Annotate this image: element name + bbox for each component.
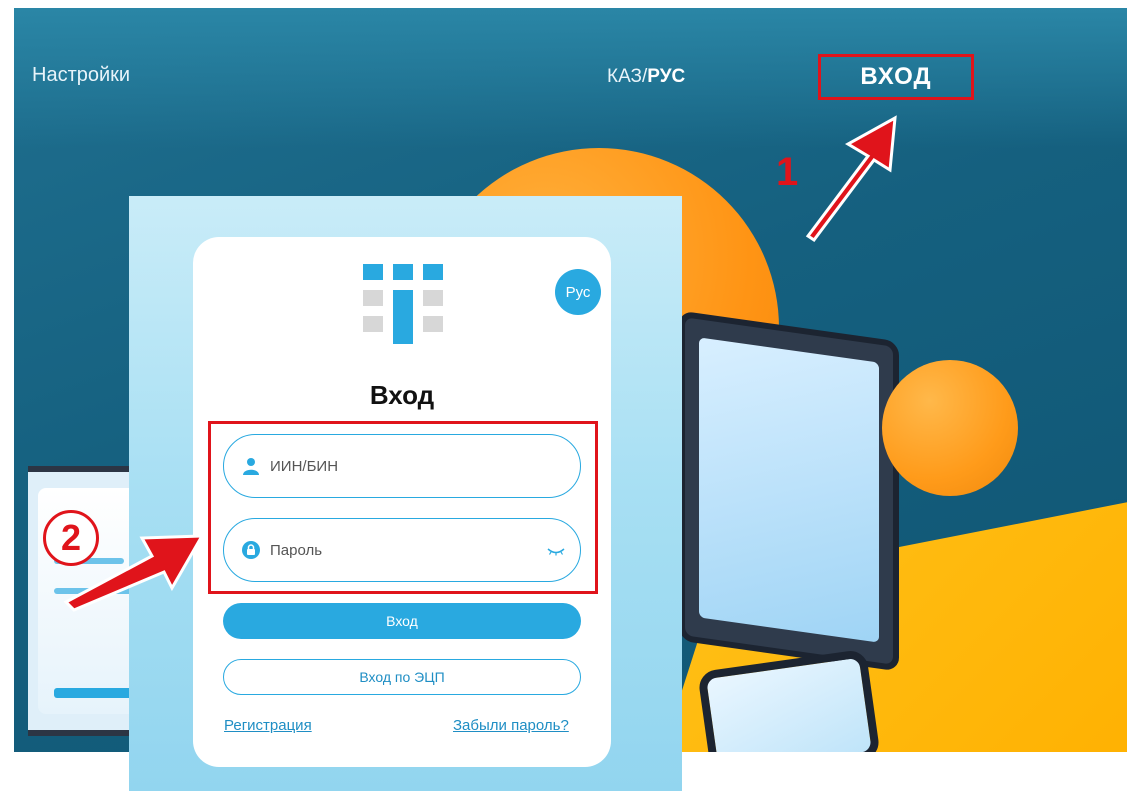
- logo-icon: [363, 264, 443, 344]
- credentials-highlight-box: [208, 421, 598, 594]
- register-link[interactable]: Регистрация: [224, 717, 312, 734]
- decor-orange-circle-small: [882, 360, 1018, 496]
- annotation-step-1: 1: [776, 150, 799, 194]
- decor-laptop-image: [679, 310, 899, 672]
- nav-login-button[interactable]: ВХОД: [818, 54, 974, 100]
- ecp-login-button[interactable]: Вход по ЭЦП: [223, 659, 581, 695]
- annotation-arrow-1: [805, 115, 897, 243]
- annotation-step-2: 2: [43, 510, 99, 566]
- language-switcher[interactable]: КАЗ/РУС: [607, 66, 685, 88]
- nav-settings-link[interactable]: Настройки: [32, 64, 130, 87]
- decor-tablet-bar: [54, 688, 138, 698]
- login-submit-button[interactable]: Вход: [223, 603, 581, 639]
- lang-rus[interactable]: РУС: [647, 66, 685, 87]
- forgot-password-link[interactable]: Забыли пароль?: [453, 717, 569, 734]
- modal-language-button[interactable]: Рус: [555, 269, 601, 315]
- login-title: Вход: [369, 380, 435, 410]
- lang-kaz[interactable]: КАЗ: [607, 66, 642, 87]
- decor-laptop-screen: [699, 337, 879, 643]
